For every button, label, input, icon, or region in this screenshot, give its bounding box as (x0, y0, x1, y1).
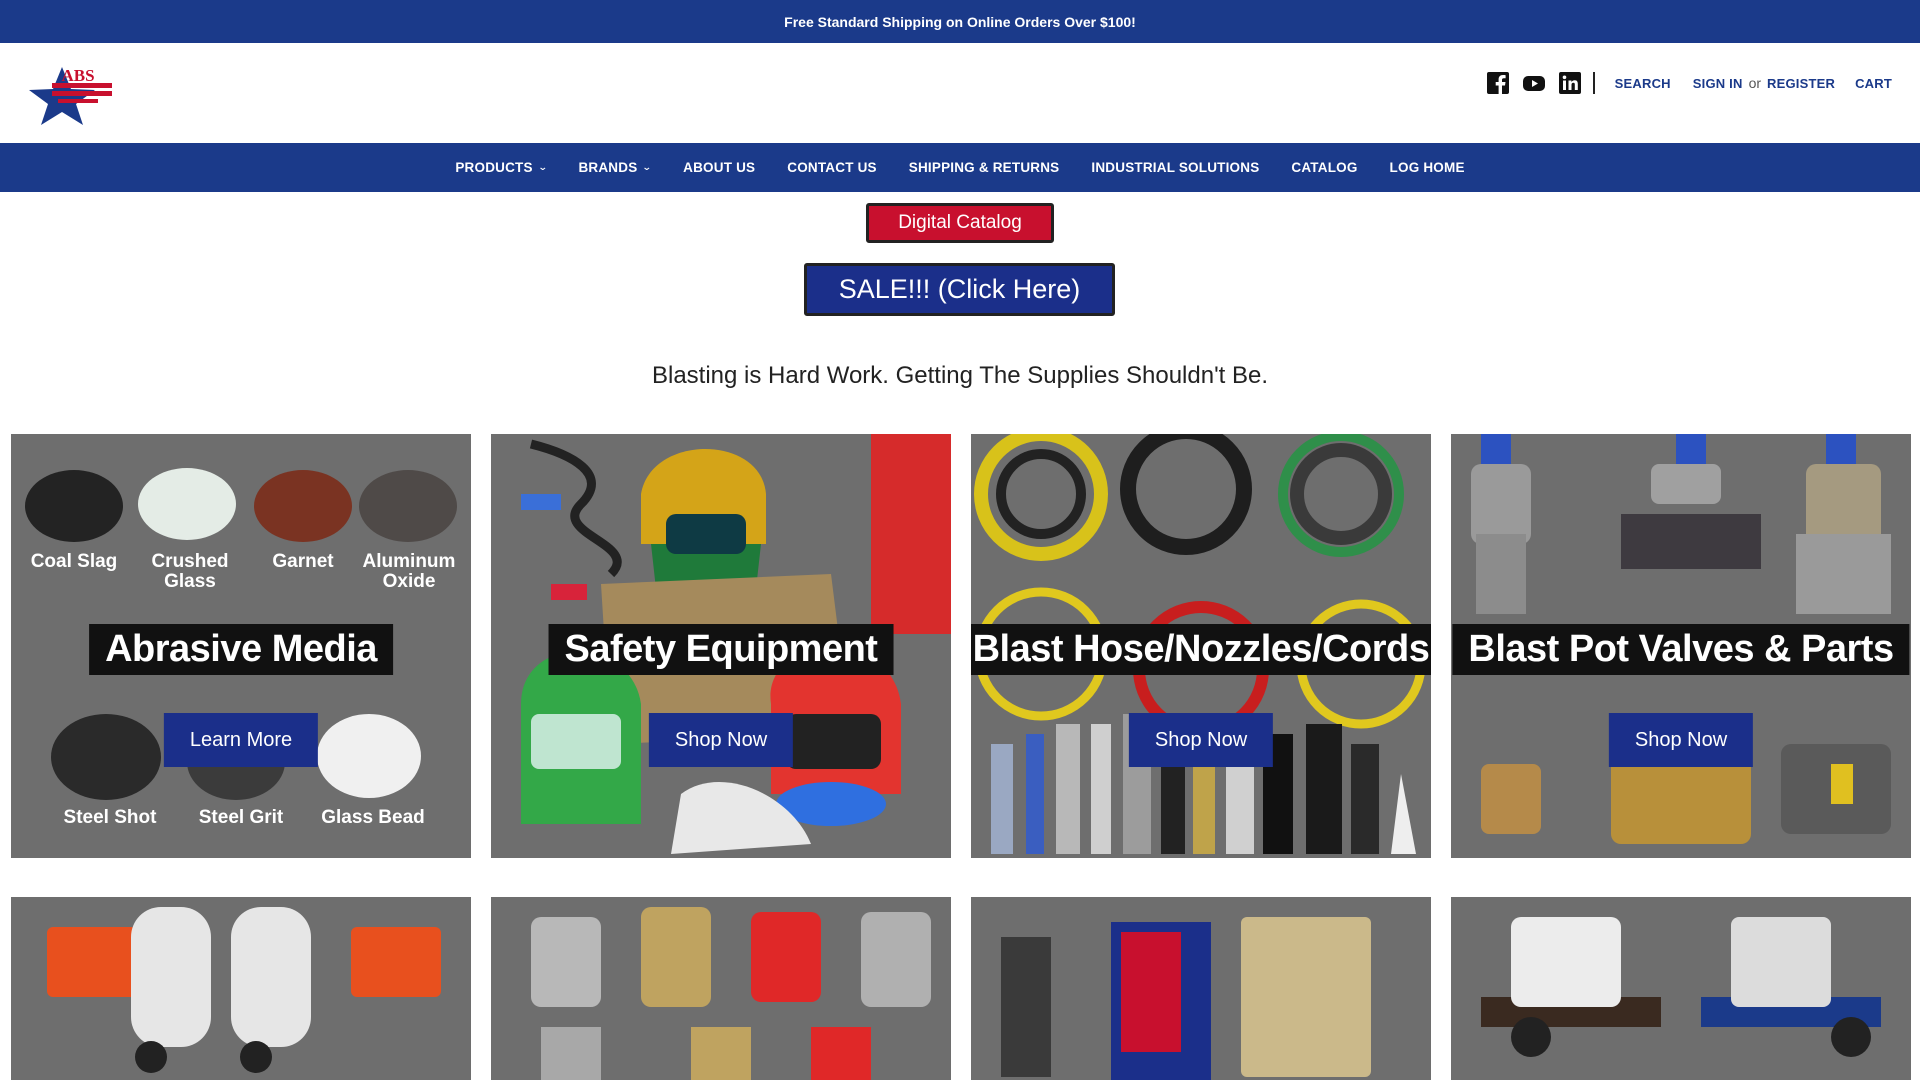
nav-item-contact-us[interactable]: CONTACT US (787, 160, 877, 175)
search-link[interactable]: SEARCH (1615, 76, 1671, 91)
header-utilities: SEARCH SIGN IN or REGISTER CART (1486, 69, 1892, 97)
register-link[interactable]: REGISTER (1767, 76, 1835, 91)
media-label: Garnet (272, 551, 334, 572)
cart-link[interactable]: CART (1855, 76, 1892, 91)
nav-item-shipping-returns[interactable]: SHIPPING & RETURNS (909, 160, 1060, 175)
garnet-image (254, 470, 352, 542)
youtube-icon[interactable] (1522, 72, 1545, 94)
tile-title: Abrasive Media (89, 624, 393, 675)
nav-item-catalog[interactable]: CATALOG (1291, 160, 1357, 175)
main-nav: PRODUCTS ⌄ BRANDS ⌄ ABOUT US CONTACT US … (0, 143, 1920, 192)
svg-text:ABS: ABS (61, 66, 94, 85)
digital-catalog-button[interactable]: Digital Catalog (866, 203, 1054, 243)
promo-banner: Free Standard Shipping on Online Orders … (0, 0, 1920, 43)
tile-blast-hose[interactable]: Blast Hose/Nozzles/Cords Shop Now (971, 434, 1431, 858)
abs-logo[interactable]: ABS (22, 63, 116, 125)
nav-item-label: LOG HOME (1389, 160, 1465, 175)
steel-shot-image (51, 714, 161, 800)
tile-abrasive-media[interactable]: Coal Slag Crushed Glass Garnet Aluminum … (11, 434, 471, 858)
chevron-down-icon: ⌄ (642, 162, 653, 172)
tile-blast-pots[interactable] (11, 897, 471, 1080)
sale-button[interactable]: SALE!!! (Click Here) (804, 263, 1115, 316)
nav-item-label: INDUSTRIAL SOLUTIONS (1091, 160, 1260, 175)
media-label: Steel Shot (63, 807, 157, 828)
couplings-image (531, 907, 931, 1080)
coal-slag-image (25, 470, 123, 542)
nav-item-label: BRANDS (578, 160, 638, 175)
nav-item-industrial-solutions[interactable]: INDUSTRIAL SOLUTIONS (1091, 160, 1259, 175)
learn-more-button[interactable]: Learn More (163, 713, 319, 767)
nav-item-about-us[interactable]: ABOUT US (683, 160, 755, 175)
blast-equipment-image (1481, 917, 1881, 1057)
nav-item-label: PRODUCTS (455, 160, 533, 175)
tile-title: Blast Hose/Nozzles/Cords (971, 624, 1431, 675)
tile-couplings[interactable] (491, 897, 951, 1080)
account-links: SIGN IN or REGISTER (1693, 75, 1835, 91)
nav-item-label: CONTACT US (787, 160, 877, 175)
nav-item-log-home[interactable]: LOG HOME (1390, 160, 1465, 175)
linkedin-icon[interactable] (1558, 72, 1581, 94)
tile-title: Safety Equipment (548, 624, 894, 675)
tile-industrial-solutions[interactable] (971, 897, 1431, 1080)
nav-item-label: SHIPPING & RETURNS (908, 160, 1060, 175)
blast-pots-image (47, 907, 441, 1073)
shop-now-button[interactable]: Shop Now (1608, 713, 1754, 767)
nav-item-brands[interactable]: BRANDS ⌄ (578, 160, 653, 175)
chevron-down-icon: ⌄ (537, 162, 548, 172)
nav-item-label: ABOUT US (683, 160, 756, 175)
industrial-solutions-image (1001, 917, 1371, 1080)
nav-item-label: CATALOG (1291, 160, 1358, 175)
shop-now-button[interactable]: Shop Now (1128, 713, 1274, 767)
tile-title: Blast Pot Valves & Parts (1452, 624, 1910, 675)
media-label: Glass Bead (321, 807, 425, 828)
promo-text: Free Standard Shipping on Online Orders … (784, 13, 1136, 30)
tile-blast-pot-valves[interactable]: Blast Pot Valves & Parts Shop Now (1451, 434, 1911, 858)
crushed-glass-image (138, 468, 236, 540)
media-label: Steel Grit (198, 807, 284, 828)
tagline: Blasting is Hard Work. Getting The Suppl… (651, 362, 1269, 389)
tile-safety-equipment[interactable]: Safety Equipment Shop Now (491, 434, 951, 858)
tile-blast-equipment[interactable] (1451, 897, 1911, 1080)
sign-in-link[interactable]: SIGN IN (1693, 76, 1743, 91)
social-links (1486, 72, 1595, 94)
shop-now-button[interactable]: Shop Now (648, 713, 794, 767)
media-label: Coal Slag (30, 551, 118, 572)
facebook-icon[interactable] (1486, 72, 1509, 94)
media-label: Aluminum Oxide (362, 551, 456, 592)
site-header: ABS SEARCH SIGN IN or REGISTER CART (0, 43, 1920, 143)
aluminum-oxide-image (359, 470, 457, 542)
or-text: or (1748, 75, 1762, 91)
nav-item-products[interactable]: PRODUCTS ⌄ (455, 160, 548, 175)
glass-bead-image (317, 714, 421, 798)
logo-star-icon: ABS (29, 66, 112, 125)
media-label: Crushed Glass (151, 551, 229, 592)
